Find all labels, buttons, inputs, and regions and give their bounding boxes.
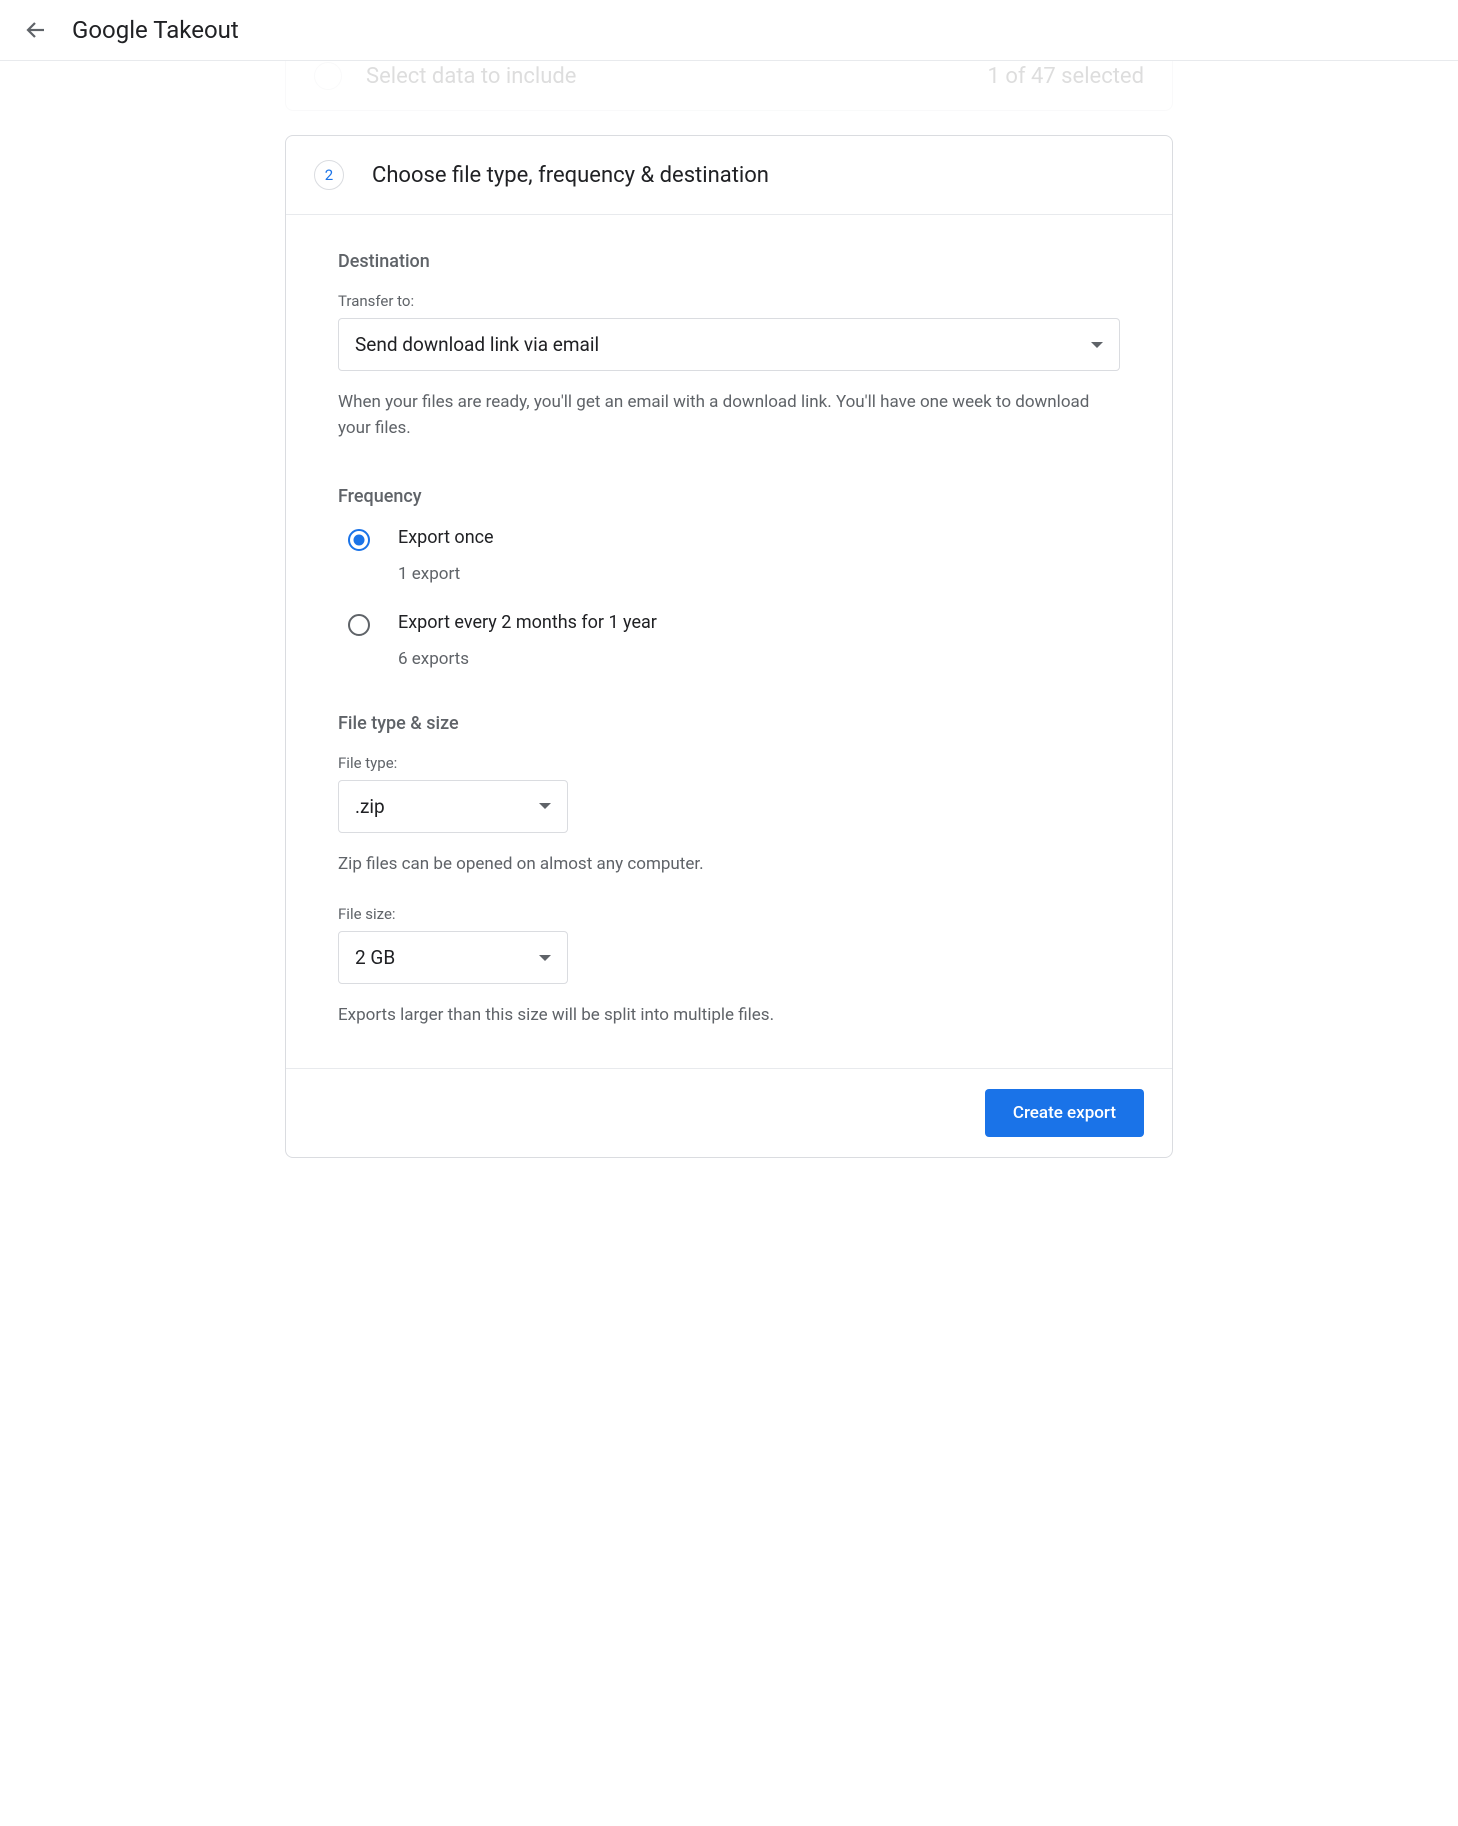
frequency-option-label: Export every 2 months for 1 year — [398, 612, 1120, 633]
step1-status: 1 of 47 selected — [988, 64, 1144, 89]
step1-badge — [314, 62, 342, 90]
step1-title: Select data to include — [366, 64, 576, 89]
file-type-help-text: Zip files can be opened on almost any co… — [338, 851, 1120, 877]
step2-title: Choose file type, frequency & destinatio… — [372, 163, 769, 188]
frequency-option-label: Export once — [398, 527, 1120, 548]
file-size-value: 2 GB — [355, 946, 395, 969]
frequency-heading: Frequency — [338, 486, 1120, 507]
file-type-value: .zip — [355, 795, 385, 818]
chevron-down-icon — [1091, 342, 1103, 348]
file-size-label: File size: — [338, 905, 1120, 923]
file-size-select[interactable]: 2 GB — [338, 931, 568, 984]
back-arrow-icon[interactable] — [24, 18, 48, 42]
frequency-radio-group: Export once 1 export Export every 2 mont… — [338, 527, 1120, 669]
step2-badge: 2 — [314, 160, 344, 190]
file-size-help-text: Exports larger than this size will be sp… — [338, 1002, 1120, 1028]
file-type-label: File type: — [338, 754, 1120, 772]
app-title: Google Takeout — [72, 16, 239, 44]
transfer-to-value: Send download link via email — [355, 333, 599, 356]
destination-heading: Destination — [338, 251, 1120, 272]
destination-help-text: When your files are ready, you'll get an… — [338, 389, 1120, 442]
chevron-down-icon — [539, 803, 551, 809]
step2-card: 2 Choose file type, frequency & destinat… — [285, 135, 1173, 1158]
filetype-heading: File type & size — [338, 713, 1120, 734]
chevron-down-icon — [539, 955, 551, 961]
radio-icon[interactable] — [348, 614, 370, 636]
frequency-option-sublabel: 6 exports — [398, 649, 1120, 669]
step2-number: 2 — [325, 166, 333, 184]
frequency-option-every-2-months[interactable]: Export every 2 months for 1 year 6 expor… — [338, 612, 1120, 669]
transfer-to-select[interactable]: Send download link via email — [338, 318, 1120, 371]
radio-icon[interactable] — [348, 529, 370, 551]
transfer-to-label: Transfer to: — [338, 292, 1120, 310]
frequency-option-export-once[interactable]: Export once 1 export — [338, 527, 1120, 584]
app-bar: Google Takeout — [0, 0, 1458, 61]
step2-header: 2 Choose file type, frequency & destinat… — [286, 136, 1172, 215]
create-export-button[interactable]: Create export — [985, 1089, 1144, 1137]
frequency-option-sublabel: 1 export — [398, 564, 1120, 584]
file-type-select[interactable]: .zip — [338, 780, 568, 833]
step2-footer: Create export — [286, 1068, 1172, 1157]
